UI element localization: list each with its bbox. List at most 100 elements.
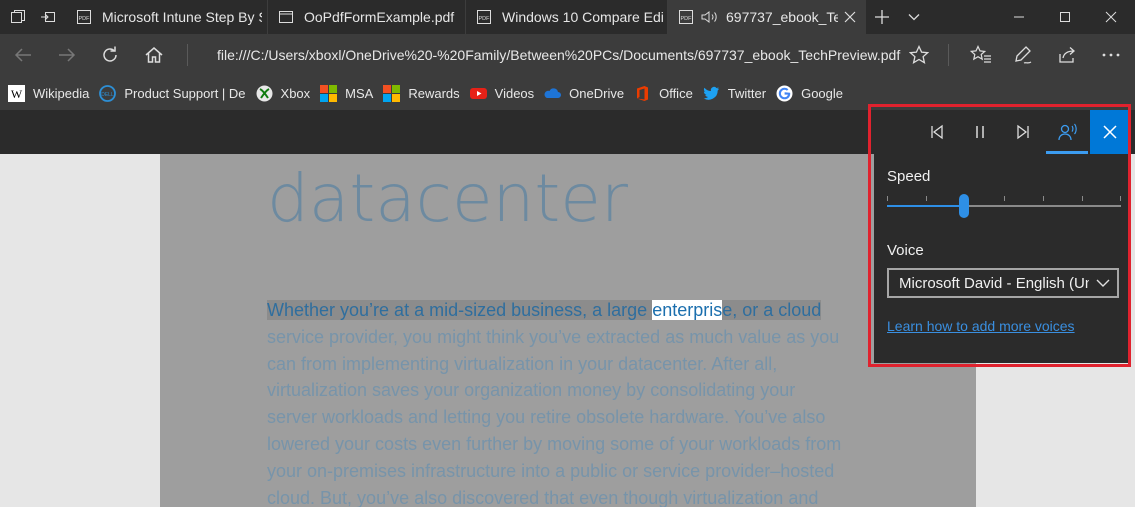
pdf-icon: PDF [679, 10, 693, 24]
pen-notes-button[interactable] [1006, 38, 1040, 72]
speed-label: Speed [887, 168, 931, 185]
pdf-page: datacenter Whether you’re at a mid-sized… [160, 154, 976, 507]
chevron-down-icon[interactable] [902, 5, 926, 29]
chevron-down-icon [1096, 279, 1110, 287]
favorite-xbox[interactable]: Xbox [256, 85, 311, 102]
tab-win10-compare[interactable]: PDF Windows 10 Compare Editions [466, 0, 668, 34]
favorites-hub-button[interactable] [964, 38, 998, 72]
minimize-button[interactable] [996, 0, 1042, 34]
tab-oopdf[interactable]: OoPdfFormExample.pdf [268, 0, 466, 34]
voice-label: Voice [887, 242, 924, 259]
favorite-videos[interactable]: Videos [469, 85, 534, 102]
speaker-icon[interactable] [700, 9, 718, 25]
wikipedia-icon: W [8, 84, 25, 102]
close-read-aloud-button[interactable] [1090, 110, 1130, 154]
microsoft-icon [383, 84, 401, 102]
favorite-label: Rewards [408, 85, 460, 101]
svg-text:W: W [11, 87, 23, 101]
paragraph-line: virtualization saves your organization m… [267, 380, 796, 401]
favorite-label: Office [659, 85, 693, 101]
navigation-bar: file:///C:/Users/xboxl/OneDrive%20-%20Fa… [0, 34, 1135, 76]
tab-title: 697737_ebook_TechPreview.pdf [726, 9, 838, 25]
previous-paragraph-button[interactable] [915, 110, 958, 154]
favorite-label: Xbox [280, 85, 311, 101]
share-button[interactable] [1050, 38, 1084, 72]
speed-slider[interactable] [887, 194, 1121, 218]
tab-preview-icon[interactable] [6, 5, 30, 29]
favorites-bar: W Wikipedia DELL Product Support | De Xb… [0, 76, 1135, 110]
paragraph-line: cloud. But, you’ve also discovered that … [267, 487, 819, 507]
divider [948, 44, 949, 66]
tab-title: Windows 10 Compare Editions [502, 9, 664, 25]
pdf-icon: PDF [477, 10, 491, 24]
twitter-icon [703, 86, 719, 100]
youtube-icon [469, 87, 487, 99]
paragraph-line: service provider, you might think you’ve… [267, 326, 840, 347]
favorite-msa[interactable]: MSA [320, 84, 374, 102]
back-button[interactable] [6, 38, 40, 72]
voice-dropdown[interactable]: Microsoft David - English (United States… [887, 268, 1119, 298]
new-tab-icon[interactable] [870, 5, 894, 29]
favorite-google[interactable]: Google [776, 85, 843, 102]
slider-thumb[interactable] [959, 194, 969, 218]
favorite-product-support[interactable]: DELL Product Support | De [99, 84, 246, 102]
line-text: e, or a cloud [722, 300, 822, 320]
page-paragraph: Whether you’re at a mid-sized business, … [267, 297, 867, 507]
address-bar[interactable]: file:///C:/Users/xboxl/OneDrive%20-%20Fa… [195, 38, 900, 72]
set-aside-tabs-icon[interactable] [36, 5, 60, 29]
svg-text:DELL: DELL [102, 92, 115, 98]
forward-button[interactable] [50, 38, 84, 72]
favorite-label: Google [801, 85, 844, 101]
refresh-button[interactable] [93, 38, 127, 72]
learn-more-voices-link[interactable]: Learn how to add more voices [887, 318, 1075, 334]
tab-ebook-active[interactable]: PDF 697737_ebook_TechPreview.pdf [668, 0, 866, 34]
current-word-highlight: enterpris [652, 300, 723, 320]
favorite-star-button[interactable] [902, 38, 936, 72]
paragraph-line: Whether you’re at a mid-sized business, … [267, 297, 867, 324]
read-aloud-line-highlight: Whether you’re at a mid-sized business, … [267, 300, 822, 320]
favorite-label: Wikipedia [33, 85, 90, 101]
onedrive-icon [544, 87, 562, 98]
favorite-onedrive[interactable]: OneDrive [544, 85, 624, 102]
dell-icon: DELL [99, 84, 117, 102]
home-button[interactable] [137, 38, 171, 72]
tab-title: Microsoft Intune Step By Step [102, 9, 262, 25]
tab-intune[interactable]: PDF Microsoft Intune Step By Step [66, 0, 268, 34]
close-tab-icon[interactable] [842, 9, 858, 25]
voice-settings-button[interactable] [1046, 110, 1089, 154]
favorite-label: Twitter [727, 85, 767, 101]
pause-button[interactable] [958, 110, 1001, 154]
favorite-wikipedia[interactable]: W Wikipedia [8, 84, 90, 102]
paragraph-line: server workloads and letting you retire … [267, 407, 826, 428]
pdf-icon: PDF [77, 10, 91, 24]
svg-text:PDF: PDF [79, 16, 91, 22]
svg-text:PDF: PDF [681, 16, 693, 22]
paragraph-line: your on-premises infrastructure into a p… [267, 460, 835, 481]
tab-title: OoPdfFormExample.pdf [304, 9, 455, 25]
divider [187, 44, 188, 66]
slider-fill [887, 205, 964, 207]
more-menu-button[interactable] [1094, 38, 1128, 72]
voice-selected-value: Microsoft David - English (United States… [899, 274, 1089, 292]
favorite-label: Product Support | De [124, 85, 246, 101]
microsoft-icon [320, 84, 338, 102]
close-window-button[interactable] [1088, 0, 1134, 34]
favorite-rewards[interactable]: Rewards [383, 84, 460, 102]
url-text: file:///C:/Users/xboxl/OneDrive%20-%20Fa… [217, 47, 901, 63]
favorite-label: OneDrive [569, 85, 625, 101]
maximize-button[interactable] [1042, 0, 1088, 34]
read-aloud-toolbar [874, 110, 1130, 154]
google-icon [776, 85, 793, 101]
next-paragraph-button[interactable] [1001, 110, 1044, 154]
office-icon [637, 85, 649, 101]
paragraph-line: can from implementing virtualization in … [267, 353, 778, 374]
page-icon [279, 11, 293, 23]
paragraph-line: lowered your costs even further by movin… [267, 433, 842, 454]
page-heading: datacenter [267, 160, 629, 237]
favorite-twitter[interactable]: Twitter [703, 85, 766, 102]
favorite-office[interactable]: Office [634, 85, 693, 102]
title-bar: PDF Microsoft Intune Step By Step OoPdfF… [0, 0, 1135, 34]
voice-settings-panel: Speed Voice Microsoft David - English (U… [874, 154, 1130, 363]
favorite-label: MSA [345, 85, 374, 101]
xbox-icon [256, 85, 273, 101]
